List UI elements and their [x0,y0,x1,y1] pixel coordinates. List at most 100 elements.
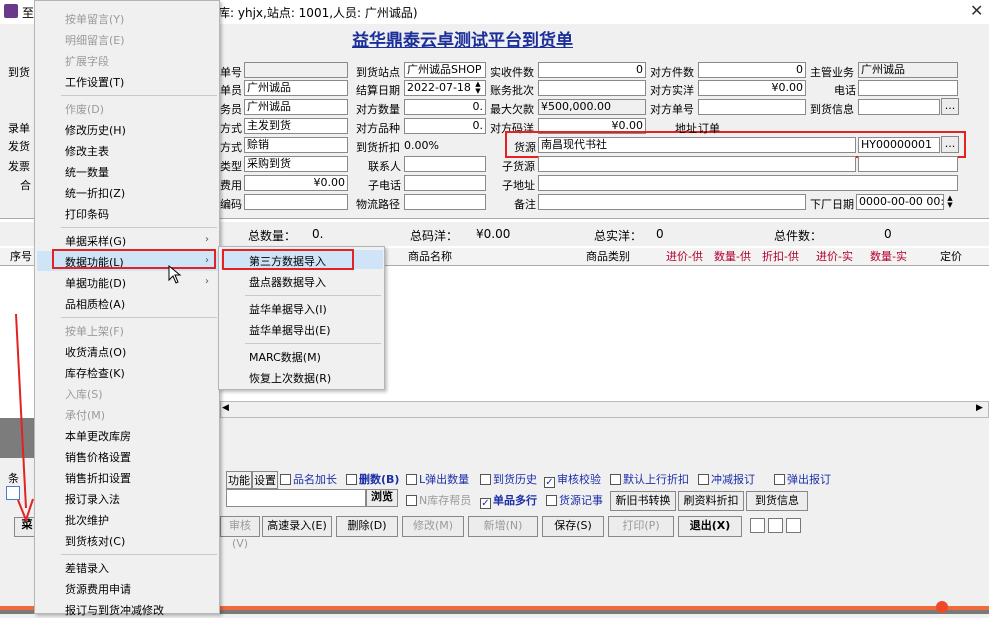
blank-icon-1[interactable] [768,518,783,533]
add-button[interactable]: 新增(N) [468,516,538,537]
ye-wu-yuan-field[interactable]: 广州诚品 [244,80,348,96]
menu-item[interactable]: 按单留言(Y) [65,11,124,27]
menu-item[interactable]: 入库(S) [65,386,103,402]
menu-item[interactable]: 本单更改库房 [65,428,131,444]
popup-report-checkbox[interactable] [774,474,785,485]
delete-button[interactable]: 删除(D) [336,516,398,537]
batch-field[interactable] [538,80,646,96]
multi-line-option[interactable]: ✓ 单品多行 [480,492,537,509]
menu-item[interactable]: 工作设置(T) [65,74,124,90]
col-discount-supply[interactable]: 折扣-供 [762,248,799,266]
popup-qty-checkbox[interactable] [406,474,417,485]
blank-icon-2[interactable] [786,518,801,533]
recv-pieces-field[interactable]: 0 [538,62,646,78]
dan-hao-field[interactable] [244,62,348,78]
submenu-item[interactable]: 盘点器数据导入 [249,274,326,290]
menu-item[interactable]: 单据功能(D) [65,275,126,291]
func-tab[interactable]: 功能 [226,471,252,489]
browse-button[interactable]: 浏览 [366,489,398,507]
col-price-real[interactable]: 进价-实 [816,248,853,266]
tel-field[interactable] [858,80,958,96]
new-old-convert-button[interactable]: 新旧书转换 [610,491,676,511]
sub-source-field[interactable] [538,156,856,172]
source-record-checkbox[interactable] [546,495,557,506]
offset-report-checkbox[interactable] [698,474,709,485]
peer-pieces-field[interactable]: 0 [698,62,806,78]
arrival-info-button[interactable]: 到货信息 [746,491,808,511]
del-checkbox[interactable] [346,474,357,485]
popup-qty-option[interactable]: L弹出数量 [406,471,469,487]
layout-icon[interactable] [750,518,765,533]
remark-field[interactable] [538,194,806,210]
fang-shi2-field[interactable]: 赊销 [244,137,348,153]
col-price-supply[interactable]: 进价-供 [666,248,703,266]
factory-date-field[interactable]: 0000-00-00 00: [856,194,944,210]
menu-item[interactable]: 打印条码 [65,206,109,222]
peer-kinds-field[interactable]: 0. [404,118,486,134]
audit-check-option[interactable]: ✓ 审核校验 [544,471,601,488]
factory-date-spinner-icon[interactable]: ▲ ▼ [944,195,956,209]
phone-field[interactable] [404,175,486,191]
menu-item[interactable]: 批次维护 [65,512,109,528]
menu-item[interactable]: 修改历史(H) [65,122,126,138]
history-option[interactable]: 到货历史 [480,471,537,487]
date-spinner-icon[interactable]: ▲ ▼ [472,81,484,95]
source-record-option[interactable]: 货源记事 [546,492,603,508]
menu-item[interactable]: 货源费用申请 [65,581,131,597]
bian-ma-field[interactable] [244,194,348,210]
menu-item[interactable]: 差错录入 [65,560,109,576]
menu-item[interactable]: 单据采样(G) [65,233,126,249]
station-field[interactable]: 广州诚品SHOP [404,62,486,78]
menu-item[interactable]: 统一折扣(Z) [65,185,125,201]
col-fixed-price[interactable]: 定价 [940,248,962,266]
barcode-input[interactable] [226,489,366,507]
default-discount-checkbox[interactable] [610,474,621,485]
arrival-info-browse-button[interactable]: ... [941,98,959,115]
name-len-option[interactable]: 品名加长 [280,471,337,487]
quick-entry-button[interactable]: 高速录入(E) [262,516,332,537]
menu-item[interactable]: 明细留言(E) [65,32,125,48]
refresh-discount-button[interactable]: 刷资料折扣 [678,491,744,511]
menu-item[interactable]: 销售折扣设置 [65,470,131,486]
col-name[interactable]: 商品名称 [408,248,452,266]
sub-source-code-field[interactable] [858,156,958,172]
arrival-info-field[interactable] [858,99,940,115]
modify-button[interactable]: 修改(M) [402,516,464,537]
audit-check-checkbox[interactable]: ✓ [544,477,555,488]
manager-field[interactable]: 广州诚品 [858,62,958,78]
n-stock-checkbox[interactable] [406,495,417,506]
save-button[interactable]: 保存(S) [542,516,604,537]
n-stock-option[interactable]: N库存帮员 [406,492,471,508]
submenu-item[interactable]: MARC数据(M) [249,349,321,365]
peer-real-field[interactable]: ¥0.00 [698,80,806,96]
menu-item[interactable]: 销售价格设置 [65,449,131,465]
contact-field[interactable] [404,156,486,172]
col-qty-real[interactable]: 数量-实 [870,248,907,266]
history-checkbox[interactable] [480,474,491,485]
popup-report-option[interactable]: 弹出报订 [774,471,831,487]
menu-item[interactable]: 收货清点(O) [65,344,126,360]
col-category[interactable]: 商品类别 [586,248,630,266]
max-owe-field[interactable]: ¥500,000.00 [538,99,646,115]
col-seq[interactable]: 序号 [10,248,32,266]
menu-item[interactable]: 品相质检(A) [65,296,125,312]
menu-item[interactable]: 到货核对(C) [65,533,125,549]
scroll-left-icon[interactable]: ◀ [222,403,229,413]
exit-button[interactable]: 退出(X) [678,516,742,537]
multi-line-checkbox[interactable]: ✓ [480,498,491,509]
wu-yuan-field[interactable]: 广州诚品 [244,99,348,115]
submenu-item[interactable]: 益华单据导出(E) [249,322,331,338]
submenu-item[interactable]: 恢复上次数据(R) [249,370,331,386]
menu-item[interactable]: 作废(D) [65,101,104,117]
default-discount-option[interactable]: 默认上行折扣 [610,471,689,487]
print-button[interactable]: 打印(P) [608,516,674,537]
settings-tab[interactable]: 设置 [252,471,278,489]
sub-addr-field[interactable] [538,175,958,191]
menu-item[interactable]: 报订录入法 [65,491,120,507]
close-icon[interactable]: ✕ [970,1,983,20]
scroll-right-icon[interactable]: ▶ [976,403,983,413]
menu-item[interactable]: 报订与到货冲减修改 [65,602,164,618]
submenu-item[interactable]: 益华单据导入(I) [249,301,327,317]
fang-shi1-field[interactable]: 主发到货 [244,118,348,134]
menu-item[interactable]: 承付(M) [65,407,105,423]
